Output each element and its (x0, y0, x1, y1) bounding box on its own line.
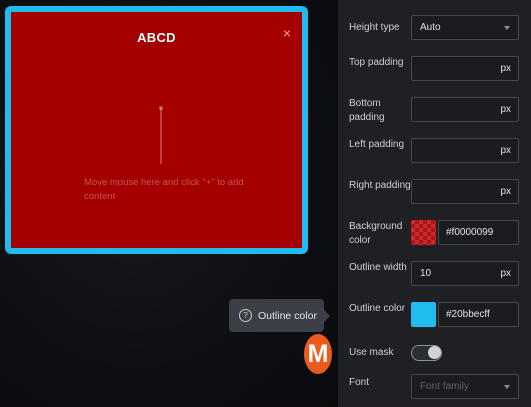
canvas-area[interactable]: ABCD × Move mouse here and click "+" to … (0, 0, 338, 407)
chevron-down-icon (504, 26, 510, 30)
font-family-select[interactable]: Font family (411, 374, 519, 399)
bottom-padding-input[interactable]: px (411, 97, 519, 122)
top-padding-label: Top padding (349, 57, 404, 68)
tooltip-text: Outline color (258, 309, 317, 322)
brand-logo: M (304, 334, 332, 374)
toggle-knob (428, 346, 441, 359)
right-padding-input[interactable]: px (411, 179, 519, 204)
top-padding-unit: px (500, 63, 511, 74)
outline-width-input[interactable]: 10 px (411, 261, 519, 286)
use-mask-label: Use mask (349, 347, 394, 358)
outline-color-input[interactable]: #20bbecff (438, 302, 519, 327)
outline-color-label: Outline color (349, 303, 406, 314)
popup-hint-text: Move mouse here and click "+" to add con… (84, 177, 244, 202)
background-color-swatch[interactable] (411, 220, 436, 245)
left-padding-input[interactable]: px (411, 138, 519, 163)
insert-cursor-line (159, 106, 163, 164)
top-padding-input[interactable]: px (411, 56, 519, 81)
left-padding-label: Left padding (349, 139, 405, 150)
height-type-value: Auto (420, 22, 441, 33)
right-padding-label: Right padding (349, 180, 411, 191)
bottom-padding-unit: px (500, 104, 511, 115)
outline-color-swatch[interactable] (411, 302, 436, 327)
question-circle-icon: ? (239, 309, 252, 322)
outline-color-tooltip: ? Outline color (229, 299, 330, 332)
height-type-select[interactable]: Auto (411, 15, 519, 40)
font-label: Font (349, 377, 370, 388)
right-padding-unit: px (500, 186, 511, 197)
popup-preview[interactable]: ABCD × Move mouse here and click "+" to … (5, 6, 308, 254)
font-family-placeholder: Font family (420, 381, 469, 392)
bottom-padding-label: Bottom padding (349, 98, 385, 123)
properties-panel: Height type Auto Top padding px Bottom p… (338, 0, 531, 407)
background-color-label: Background color (349, 221, 403, 246)
popup-title: ABCD (137, 30, 176, 45)
chevron-down-icon (504, 385, 510, 389)
outline-width-value: 10 (420, 268, 432, 279)
outline-width-unit: px (500, 268, 511, 279)
use-mask-toggle[interactable] (411, 345, 442, 361)
background-color-input[interactable]: #f0000099 (438, 220, 519, 245)
left-padding-unit: px (500, 145, 511, 156)
outline-width-label: Outline width (349, 262, 407, 273)
height-type-label: Height type (349, 22, 400, 33)
close-icon[interactable]: × (283, 26, 291, 40)
